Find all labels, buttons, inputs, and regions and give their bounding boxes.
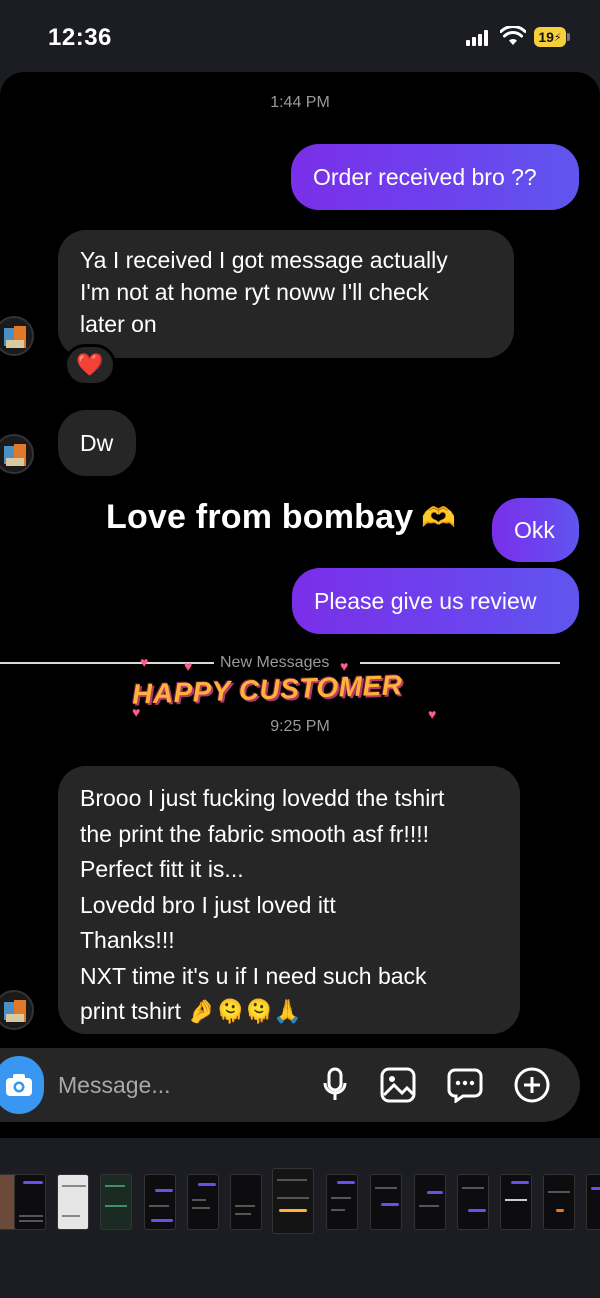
message-text: Okk <box>514 517 555 543</box>
thumbnail[interactable] <box>187 1174 219 1230</box>
message-line: print tshirt 🤌🫠🫠🙏 <box>80 998 302 1024</box>
message-line: Lovedd bro I just loved itt <box>80 891 336 918</box>
message-line: Brooo I just fucking lovedd the tshirt <box>80 785 445 811</box>
message-line: Ya I received I got message actually <box>80 247 448 273</box>
status-bar: 12:36 19 ⚡ <box>0 0 600 72</box>
chat-bubble-icon <box>447 1068 483 1103</box>
heart-reaction[interactable]: ❤️ <box>64 344 116 386</box>
image-icon <box>380 1067 416 1103</box>
battery-level: 19 <box>538 29 554 45</box>
love-from-bombay-sticker[interactable]: Love from bombay 🫶 <box>106 498 456 537</box>
thumbnail[interactable] <box>543 1174 575 1230</box>
incoming-message[interactable]: Ya I received I got message actually I'm… <box>58 230 514 358</box>
status-time: 12:36 <box>48 24 112 51</box>
thumbnail[interactable] <box>144 1174 176 1230</box>
message-composer <box>0 1048 580 1122</box>
timestamp: 9:25 PM <box>270 718 330 735</box>
thumbnail[interactable] <box>586 1174 600 1230</box>
divider-right <box>360 662 560 664</box>
heart-icon: ♥ <box>140 654 149 670</box>
contact-avatar[interactable] <box>0 316 34 356</box>
message-input[interactable] <box>58 1068 298 1102</box>
message-text: Please give us review <box>314 588 537 614</box>
plus-circle-icon <box>514 1067 550 1103</box>
chat-thread[interactable]: 1:44 PM Order received bro ?? Ya I recei… <box>0 72 600 1138</box>
thumbnail[interactable] <box>457 1174 489 1230</box>
contact-avatar[interactable] <box>0 990 34 1030</box>
contact-avatar[interactable] <box>0 434 34 474</box>
message-text: Dw <box>80 430 114 456</box>
message-text: Order received bro ?? <box>313 164 537 190</box>
sticker-text: Love from bombay <box>106 498 414 536</box>
incoming-message[interactable]: Brooo I just fucking lovedd the tshirt t… <box>58 766 520 1034</box>
message-line: later on <box>80 311 157 337</box>
incoming-message[interactable]: Dw <box>58 410 136 476</box>
camera-button[interactable] <box>0 1056 44 1114</box>
thumbnail[interactable] <box>57 1174 89 1230</box>
divider-left <box>0 662 214 664</box>
microphone-icon <box>323 1067 347 1100</box>
message-line: Perfect fitt it is... <box>80 856 244 882</box>
outgoing-message[interactable]: Okk <box>492 498 579 562</box>
battery-nub <box>567 33 570 41</box>
battery-indicator: 19 ⚡ <box>534 27 566 47</box>
thumbnail[interactable] <box>326 1174 358 1230</box>
timestamp: 1:44 PM <box>270 94 330 111</box>
message-line: the print the fabric smooth asf fr!!!! <box>80 820 429 847</box>
thumbnail[interactable] <box>370 1174 402 1230</box>
thumbnail[interactable] <box>500 1174 532 1230</box>
gallery-button[interactable] <box>379 1066 417 1104</box>
thumbnail-selected[interactable] <box>272 1168 314 1234</box>
thumbnail[interactable] <box>100 1174 132 1230</box>
camera-icon <box>6 1074 32 1096</box>
outgoing-message[interactable]: Order received bro ?? <box>291 144 579 210</box>
screen: 12:36 19 ⚡ 1:44 PM Order received bro ?? … <box>0 0 600 1298</box>
thumbnail[interactable] <box>230 1174 262 1230</box>
wifi-icon <box>500 26 526 45</box>
happy-customer-sticker[interactable]: HAPPY CUSTOMER <box>132 669 403 710</box>
add-button[interactable] <box>513 1066 551 1104</box>
heart-hands-icon: 🫶 <box>421 502 457 533</box>
message-line: NXT time it's u if I need such back <box>80 962 427 989</box>
new-messages-label: New Messages <box>218 654 332 672</box>
outgoing-message[interactable]: Please give us review <box>292 568 579 634</box>
screenshot-thumbnails[interactable] <box>0 1168 600 1234</box>
sticker-button[interactable] <box>446 1066 484 1104</box>
message-line: I'm not at home ryt noww I'll check <box>80 279 429 305</box>
microphone-button[interactable] <box>316 1066 354 1104</box>
heart-icon: ♥ <box>184 658 193 674</box>
cellular-signal-icon <box>466 30 492 46</box>
thumbnail[interactable] <box>14 1174 46 1230</box>
thumbnail[interactable] <box>414 1174 446 1230</box>
message-line: Thanks!!! <box>80 927 175 953</box>
